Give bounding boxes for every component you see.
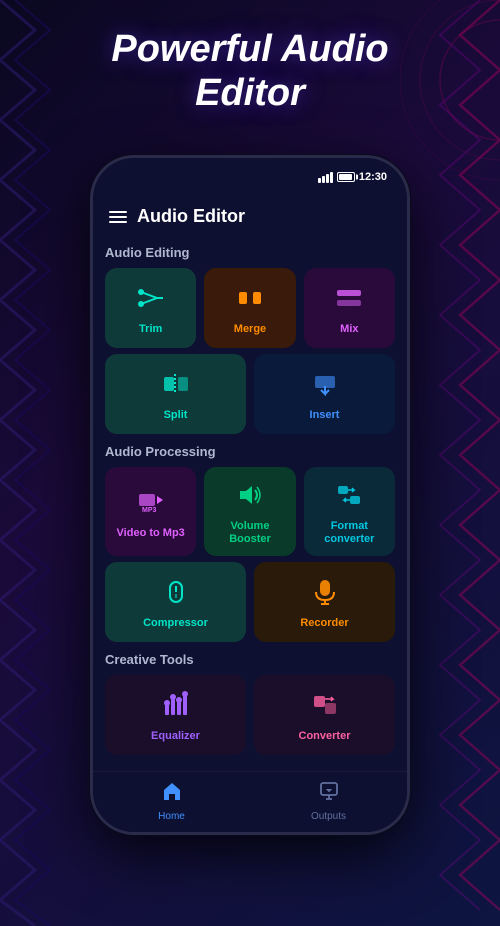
volume-button [408,278,410,308]
section-audio-editing-label: Audio Editing [105,245,395,260]
nav-outputs-label: Outputs [311,811,346,822]
compressor-label: Compressor [143,617,208,630]
outputs-icon [318,780,340,808]
format-converter-card[interactable]: Format converter [304,467,395,556]
left-button-2 [90,293,92,318]
compressor-icon [162,578,190,611]
page-title: Powerful Audio Editor [0,28,500,115]
status-bar: 12:30 [93,158,407,196]
trim-icon [137,284,165,317]
status-time: 12:30 [359,171,387,183]
left-button-1 [90,258,92,283]
mix-icon [335,284,363,317]
title-line2: Editor [195,72,305,114]
video-to-mp3-card[interactable]: MP3 Video to Mp3 [105,467,196,556]
volume-booster-card[interactable]: Volume Booster [204,467,295,556]
nav-outputs[interactable]: Outputs [250,780,407,822]
equalizer-card[interactable]: Equalizer [105,675,246,755]
recorder-label: Recorder [300,617,348,630]
phone-content: Audio Editor Audio Editing T [93,196,407,832]
merge-card[interactable]: Merge [204,268,295,348]
compressor-card[interactable]: Compressor [105,562,246,642]
scroll-content[interactable]: Audio Editing Trim [93,235,407,771]
split-label: Split [164,409,188,422]
nav-home[interactable]: Home [93,780,250,822]
audio-editing-row2: Split Insert [105,354,395,434]
audio-processing-row1: MP3 Video to Mp3 Volume Booster [105,467,395,556]
video-to-mp3-icon: MP3 [137,488,165,521]
format-converter-icon [335,481,363,514]
trim-card[interactable]: Trim [105,268,196,348]
zigzag-right-decoration [400,0,500,926]
insert-card[interactable]: Insert [254,354,395,434]
status-bar-right: 12:30 [318,171,387,183]
mix-label: Mix [340,323,358,336]
nav-home-label: Home [158,811,185,822]
equalizer-label: Equalizer [151,730,200,743]
audio-processing-row2: Compressor Recorder [105,562,395,642]
signal-icon [318,172,333,183]
mix-card[interactable]: Mix [304,268,395,348]
hamburger-icon[interactable] [109,211,127,223]
creative-converter-label: Converter [299,730,351,743]
battery-icon [337,172,355,182]
trim-label: Trim [139,323,162,336]
volume-booster-icon [236,481,264,514]
volume-booster-label: Volume Booster [212,520,287,546]
creative-converter-card[interactable]: Converter [254,675,395,755]
insert-icon [311,370,339,403]
recorder-icon [311,578,339,611]
phone-frame: 12:30 Audio Editor Audio Editing [90,155,410,835]
home-icon [161,780,183,808]
section-audio-processing-label: Audio Processing [105,444,395,459]
equalizer-icon [162,691,190,724]
creative-tools-row1: Equalizer Converter [105,675,395,755]
split-card[interactable]: Split [105,354,246,434]
section-creative-tools-label: Creative Tools [105,652,395,667]
app-title: Audio Editor [137,206,245,227]
svg-text:MP3: MP3 [142,507,157,514]
video-to-mp3-label: Video to Mp3 [117,527,185,540]
zigzag-left-decoration [0,0,70,926]
app-header: Audio Editor [93,196,407,235]
bottom-nav: Home Outputs [93,771,407,832]
audio-editing-row1: Trim Merge [105,268,395,348]
recorder-card[interactable]: Recorder [254,562,395,642]
creative-converter-icon [311,691,339,724]
merge-icon [236,284,264,317]
insert-label: Insert [310,409,340,422]
power-button [408,338,410,388]
title-line1: Powerful Audio [111,28,388,70]
phone-notch [210,158,290,180]
format-converter-label: Format converter [312,520,387,546]
merge-label: Merge [234,323,266,336]
split-icon [162,370,190,403]
